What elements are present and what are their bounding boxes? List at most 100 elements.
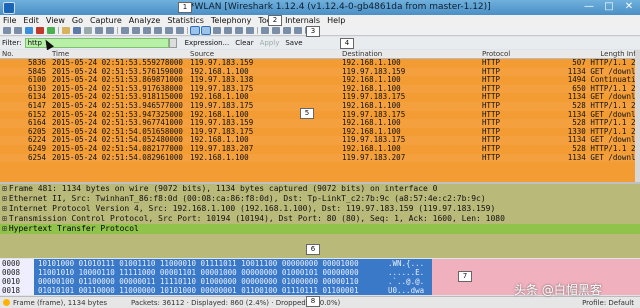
packet-row[interactable]: 5845 2015-05-24 02:51:53.576159000 192.168… [0,67,640,77]
packet-protocol: HTTP [482,153,501,162]
zoom-out-icon[interactable] [224,27,232,34]
packet-rows: 5836 2015-05-24 02:51:53.559278000 119.97.… [0,59,640,163]
find-packet-icon[interactable] [121,27,129,34]
go-back-icon[interactable] [132,27,140,34]
zoom-in-icon[interactable] [213,27,221,34]
display-filters-icon[interactable] [272,27,280,34]
maximize-icon[interactable]: □ [602,1,616,12]
annotation-badge: 5 [300,108,314,119]
packet-no: 6254 [27,153,46,162]
packet-list-scrollbar[interactable] [635,50,640,182]
expand-icon[interactable]: ⊞ [2,184,7,193]
expand-icon[interactable]: ⊞ [2,204,7,213]
expert-info-icon[interactable] [3,299,10,306]
last-packet-icon[interactable] [176,27,184,34]
restart-capture-icon[interactable] [47,27,55,34]
open-file-icon[interactable] [62,27,70,34]
annotation-badge: 7 [458,271,472,282]
expression-button[interactable]: Expression... [185,39,230,47]
capture-filters-icon[interactable] [261,27,269,34]
expand-icon[interactable]: ⊞ [2,194,7,203]
detail-row-http[interactable]: ⊞ Hypertext Transfer Protocol [0,224,640,234]
column-header-destination[interactable]: Destination [342,50,482,58]
main-toolbar [0,26,640,36]
column-header-protocol[interactable]: Protocol [482,50,554,58]
packet-row[interactable]: 6224 2015-05-24 02:51:54.052480000 192.168… [0,136,640,145]
packet-list-pane[interactable]: No. Time Source Destination Protocol Len… [0,50,640,182]
interfaces-icon[interactable] [3,27,11,34]
go-forward-icon[interactable] [143,27,151,34]
menu-go[interactable]: Go [72,16,83,25]
detail-row-frame[interactable]: ⊞ Frame 481: 1134 bytes on wire (9072 bit… [0,184,640,194]
menu-internals[interactable]: Internals [285,16,320,25]
packet-destination: 119.97.183.175 [342,110,406,119]
byte-hex[interactable]: 11001010 10000110 11111000 00001101 0000… [34,268,384,277]
menu-statistics[interactable]: Statistics [167,16,204,25]
save-file-icon[interactable] [73,27,81,34]
packet-no: 6249 [27,144,46,153]
packet-row[interactable]: 6100 2015-05-24 02:51:53.869871000 119.97.… [0,76,640,85]
minimize-icon[interactable]: — [582,1,596,12]
column-header-length-info[interactable]: Length Info [554,50,640,58]
stop-capture-icon[interactable] [36,27,44,34]
byte-ascii[interactable]: U0...dwa [384,286,438,295]
packet-no: 6224 [27,136,46,145]
packet-protocol: HTTP [482,67,501,76]
detail-row-ip[interactable]: ⊞ Internet Protocol Version 4, Src: 192.1… [0,204,640,214]
detail-row-tcp[interactable]: ⊞ Transmission Control Protocol, Src Port… [0,214,640,224]
menu-capture[interactable]: Capture [90,16,122,25]
menu-file[interactable]: File [3,16,16,25]
byte-ascii[interactable]: ......E. [384,268,438,277]
packet-row[interactable]: 6147 2015-05-24 02:51:53.946577000 119.97.… [0,101,640,111]
packet-row[interactable]: 6205 2015-05-24 02:51:54.051658000 119.97.… [0,127,640,137]
filter-dropdown-button[interactable] [168,38,177,48]
byte-hex[interactable]: 00000100 01100000 00000011 11110110 0100… [34,277,384,286]
first-packet-icon[interactable] [165,27,173,34]
packet-row[interactable]: 6130 2015-05-24 02:51:53.917638000 119.97.… [0,84,640,94]
expand-icon[interactable]: ⊞ [2,214,7,223]
menu-analyze[interactable]: Analyze [129,16,161,25]
packet-details-pane[interactable]: ⊞ Frame 481: 1134 bytes on wire (9072 bit… [0,184,640,258]
normal-size-icon[interactable] [235,27,243,34]
options-icon[interactable] [14,27,22,34]
menu-telephony[interactable]: Telephony [211,16,251,25]
packet-protocol: HTTP [482,110,501,119]
packet-row[interactable]: 6249 2015-05-24 02:51:54.082177000 119.97.… [0,144,640,154]
resize-columns-icon[interactable] [246,27,254,34]
packet-row[interactable]: 5836 2015-05-24 02:51:53.559278000 119.97.… [0,59,640,68]
column-header-no[interactable]: No. [0,50,50,58]
packet-row[interactable]: 6254 2015-05-24 02:51:54.082961000 192.168… [0,153,640,163]
byte-hex[interactable]: 10101000 01010111 01001110 11000010 0111… [34,259,384,268]
menu-edit[interactable]: Edit [23,16,39,25]
close-icon[interactable]: ✕ [622,1,636,12]
clear-button[interactable]: Clear [235,39,253,47]
column-header-source[interactable]: Source [190,50,342,58]
menu-help[interactable]: Help [327,16,345,25]
start-capture-icon[interactable] [25,27,33,34]
print-icon[interactable] [106,27,114,34]
auto-scroll-icon[interactable] [201,26,211,35]
packet-protocol: HTTP [482,144,501,153]
byte-ascii[interactable]: .`..@.@. [384,277,438,286]
menu-view[interactable]: View [46,16,65,25]
packet-time: 2015-05-24 02:51:53.967741000 [52,119,183,128]
close-file-icon[interactable] [84,27,92,34]
go-to-packet-icon[interactable] [154,27,162,34]
packet-no: 5836 [27,59,46,67]
expand-icon[interactable]: ⊞ [2,224,7,233]
column-header-time[interactable]: Time [50,50,190,58]
packet-row[interactable]: 6134 2015-05-24 02:51:53.918115000 192.168… [0,93,640,102]
status-profile[interactable]: Profile: Default [582,299,634,307]
detail-row-ethernet[interactable]: ⊞ Ethernet II, Src: TwinhanT_86:f8:0d (00… [0,194,640,204]
packet-protocol: HTTP [482,101,501,110]
packet-row[interactable]: 6164 2015-05-24 02:51:53.967741000 119.97.… [0,119,640,128]
packet-row[interactable]: 6152 2015-05-24 02:51:53.947325000 192.168… [0,110,640,120]
byte-ascii[interactable]: .WN.{... [384,259,438,268]
apply-button[interactable]: Apply [260,39,280,47]
byte-hex[interactable]: 01010101 00110000 11000000 10101000 0000… [34,286,384,295]
preferences-icon[interactable] [294,27,302,34]
reload-icon[interactable] [95,27,103,34]
colorize-icon[interactable] [190,26,200,35]
save-filter-button[interactable]: Save [285,39,302,47]
coloring-rules-icon[interactable] [283,27,291,34]
